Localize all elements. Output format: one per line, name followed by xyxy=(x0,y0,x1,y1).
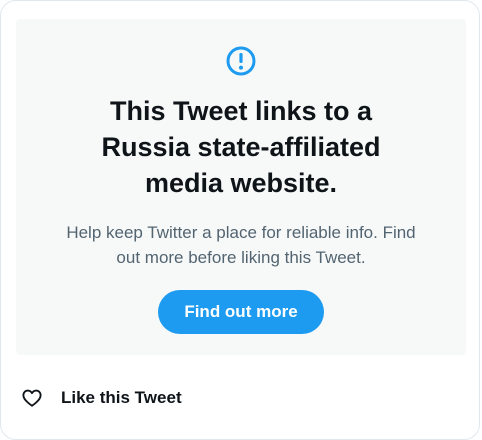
warning-description: Help keep Twitter a place for reliable i… xyxy=(40,220,442,270)
heart-outline-icon xyxy=(22,389,42,407)
like-tweet-button[interactable]: Like this Tweet xyxy=(21,384,182,412)
like-tweet-label: Like this Tweet xyxy=(61,388,182,407)
exclamation-circle-icon xyxy=(226,46,256,76)
warning-title-line: This Tweet links to a xyxy=(109,96,373,126)
find-out-more-button[interactable]: Find out more xyxy=(158,290,324,334)
warning-card: This Tweet links to a Russia state-affil… xyxy=(16,19,466,355)
warning-title-line: media website. xyxy=(144,168,338,198)
warning-title: This Tweet links to a Russia state-affil… xyxy=(56,93,426,201)
warning-title-line: Russia state-affiliated xyxy=(101,132,381,162)
dialog-frame: This Tweet links to a Russia state-affil… xyxy=(0,0,480,440)
warning-description-line: out more before liking this Tweet. xyxy=(116,248,366,267)
warning-description-line: Help keep Twitter a place for reliable i… xyxy=(66,223,416,242)
